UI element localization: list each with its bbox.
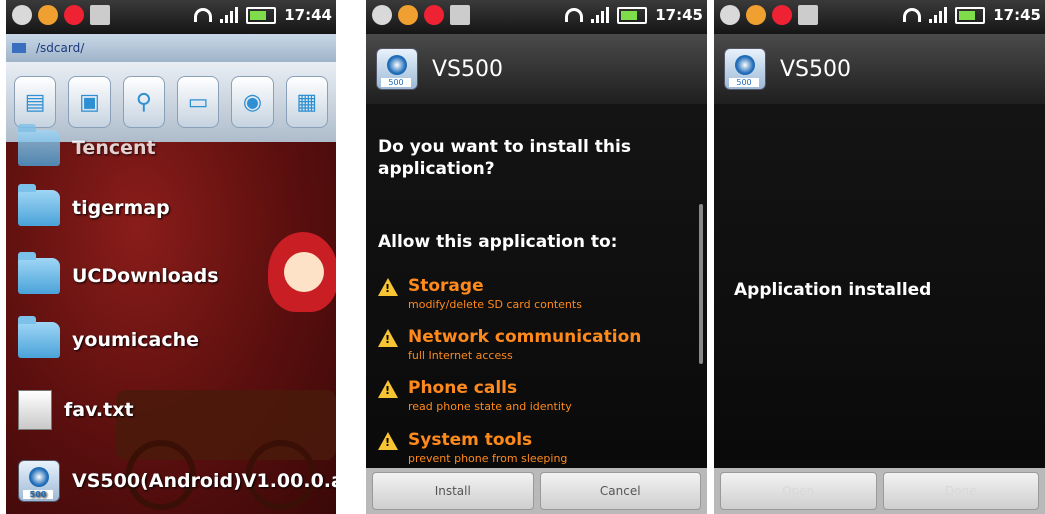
status-bar: 17:44 <box>6 0 336 34</box>
permission-item: ! System tools prevent phone from sleepi… <box>378 430 567 465</box>
signal-icon <box>220 7 239 23</box>
battery-icon <box>246 6 277 24</box>
permission-item: ! Network communication full Internet ac… <box>378 327 641 362</box>
app-name: VS500 <box>780 56 852 82</box>
warning-icon: ! <box>378 329 398 347</box>
folder-icon <box>18 184 60 226</box>
file-name: Tencent <box>72 137 156 159</box>
alert-icon <box>424 5 444 25</box>
file-name: UCDownloads <box>72 265 219 287</box>
list-item[interactable]: tigermap <box>18 184 170 226</box>
status-bar: 17:45 <box>366 0 707 34</box>
warning-icon: ! <box>378 380 398 398</box>
wifi-icon <box>194 8 213 22</box>
alert-icon <box>64 5 84 25</box>
permission-title: System tools <box>408 430 533 450</box>
warning-icon: ! <box>378 432 398 450</box>
mail-icon <box>450 5 470 25</box>
folder-icon <box>12 43 26 53</box>
signal-icon <box>591 7 610 23</box>
list-item[interactable]: fav.txt <box>18 390 134 430</box>
image-icon[interactable]: ▣ <box>68 76 111 128</box>
search-icon[interactable]: ⚲ <box>122 76 165 128</box>
permission-title: Storage <box>408 276 484 296</box>
app-notification-icon <box>746 5 766 25</box>
mail-icon <box>90 5 110 25</box>
app-name: VS500 <box>432 56 504 82</box>
permission-title: Phone calls <box>408 378 518 398</box>
install-status-message: Application installed <box>734 280 932 300</box>
battery-icon <box>617 6 648 24</box>
list-item[interactable]: Tencent <box>18 124 156 166</box>
permission-item: ! Phone calls read phone state and ident… <box>378 378 572 413</box>
permission-desc: full Internet access <box>408 349 513 362</box>
status-bar: 17:45 <box>714 0 1045 34</box>
folder-icon[interactable]: ▭ <box>176 76 220 128</box>
app-notification-icon <box>398 5 418 25</box>
dialog-titlebar: VS500 <box>366 34 707 104</box>
warning-icon: ! <box>378 278 398 296</box>
install-prompt-screen: 17:45 VS500 Do you want to install this … <box>366 0 707 514</box>
dialog-titlebar: VS500 <box>714 34 1045 104</box>
permission-desc: modify/delete SD card contents <box>408 298 582 311</box>
wifi-icon <box>903 8 922 22</box>
apk-icon <box>18 460 60 502</box>
mail-icon <box>798 5 818 25</box>
install-complete-screen: 17:45 VS500 Application installed Open D… <box>714 0 1045 514</box>
globe-icon[interactable]: ◉ <box>231 76 274 128</box>
signal-icon <box>929 7 948 23</box>
result-dialog: Application installed <box>714 104 1045 468</box>
folder-icon <box>18 252 60 294</box>
grid-icon[interactable]: ▦ <box>285 76 328 128</box>
file-name: fav.txt <box>64 399 134 421</box>
button-bar: Open Done <box>714 468 1045 514</box>
install-question: Do you want to install this application? <box>378 137 631 179</box>
clock: 17:45 <box>993 6 1041 24</box>
folder-icon <box>18 316 60 358</box>
button-bar: Install Cancel <box>366 468 707 514</box>
path-bar[interactable]: /sdcard/ <box>6 34 336 62</box>
wallpaper-character-face <box>284 252 324 292</box>
app-icon <box>376 48 418 90</box>
list-item[interactable]: youmicache <box>18 316 200 358</box>
back-icon <box>12 5 32 25</box>
done-button[interactable]: Done <box>882 472 1039 510</box>
open-button[interactable]: Open <box>720 472 877 510</box>
clock: 17:44 <box>284 6 332 24</box>
cancel-button[interactable]: Cancel <box>539 472 701 510</box>
alert-icon <box>772 5 792 25</box>
install-dialog: Do you want to install this application?… <box>366 104 707 468</box>
permission-title: Network communication <box>408 327 642 347</box>
list-item[interactable]: VS500(Android)V1.00.0.apk <box>18 460 336 502</box>
file-name: VS500(Android)V1.00.0.apk <box>72 470 336 492</box>
permissions-heading: Allow this application to: <box>378 232 618 252</box>
file-name: tigermap <box>72 197 170 219</box>
clock: 17:45 <box>655 6 703 24</box>
text-file-icon <box>18 390 52 430</box>
file-name: youmicache <box>72 329 200 351</box>
permission-desc: read phone state and identity <box>408 400 572 413</box>
current-path: /sdcard/ <box>36 41 85 55</box>
battery-icon <box>955 6 986 24</box>
scrollbar[interactable] <box>699 204 703 364</box>
file-browser-screen: 17:44 /sdcard/ ▤ ▣ ⚲ ▭ ◉ ▦ Tencent tiger… <box>6 0 336 514</box>
permission-item: ! Storage modify/delete SD card contents <box>378 276 582 311</box>
file-icon[interactable]: ▤ <box>14 76 57 128</box>
list-item[interactable]: UCDownloads <box>18 252 219 294</box>
app-notification-icon <box>38 5 58 25</box>
wifi-icon <box>565 8 584 22</box>
permission-desc: prevent phone from sleeping <box>408 452 568 465</box>
folder-icon <box>18 124 60 166</box>
back-icon <box>372 5 392 25</box>
app-icon <box>724 48 766 90</box>
back-icon <box>720 5 740 25</box>
install-button[interactable]: Install <box>372 472 534 510</box>
